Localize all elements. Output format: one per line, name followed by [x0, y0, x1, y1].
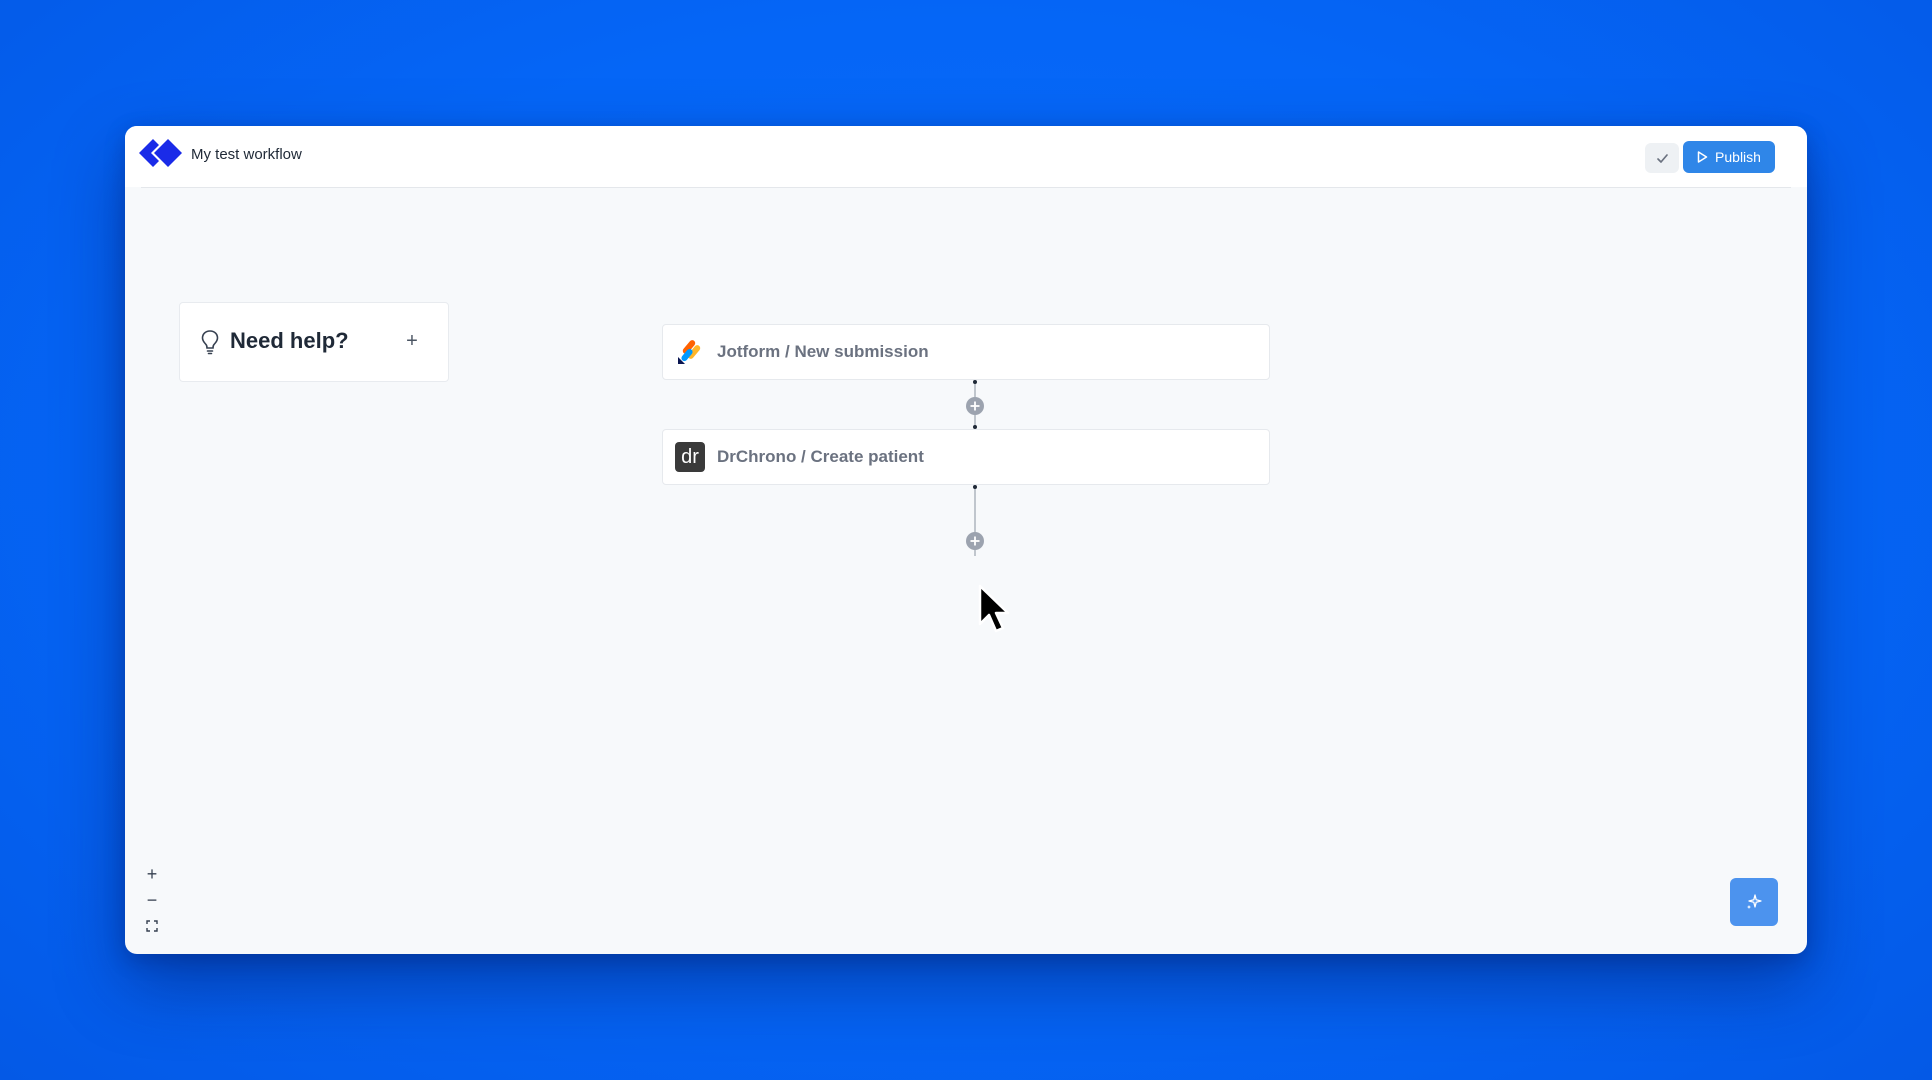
workflow-title: My test workflow — [191, 146, 302, 163]
add-step-icon[interactable] — [965, 531, 985, 551]
need-help-card[interactable]: Need help? + — [179, 302, 449, 382]
mouse-pointer-icon — [978, 584, 1010, 633]
publish-button-label: Publish — [1715, 149, 1761, 165]
lightbulb-icon — [201, 330, 219, 355]
drchrono-icon: dr — [675, 442, 705, 472]
zoom-controls: + − — [139, 861, 165, 941]
zoom-out-button[interactable]: − — [139, 887, 165, 913]
save-check-button[interactable] — [1645, 143, 1679, 173]
step-label: DrChrono / Create patient — [717, 447, 924, 466]
expand-help-button[interactable]: + — [402, 329, 422, 353]
fullscreen-icon — [146, 920, 158, 932]
check-icon — [1656, 153, 1668, 163]
add-step-icon[interactable] — [965, 396, 985, 416]
fit-view-button[interactable] — [139, 913, 165, 939]
zoom-in-button[interactable]: + — [139, 861, 165, 887]
top-bar-divider — [141, 187, 1791, 188]
jotform-icon — [678, 340, 701, 364]
app-logo-icon — [139, 139, 182, 167]
top-bar: My test workflow Publish — [125, 126, 1807, 187]
workflow-step-jotform[interactable]: Jotform / New submission — [662, 324, 1270, 380]
need-help-title: Need help? — [230, 328, 349, 353]
sparkles-icon — [1747, 894, 1762, 909]
publish-button[interactable]: Publish — [1683, 141, 1775, 173]
ai-assistant-button[interactable] — [1730, 878, 1778, 926]
play-icon — [1697, 151, 1708, 163]
app-window: My test workflow Publish Need help? + Jo… — [125, 126, 1807, 954]
step-label: Jotform / New submission — [717, 342, 929, 361]
